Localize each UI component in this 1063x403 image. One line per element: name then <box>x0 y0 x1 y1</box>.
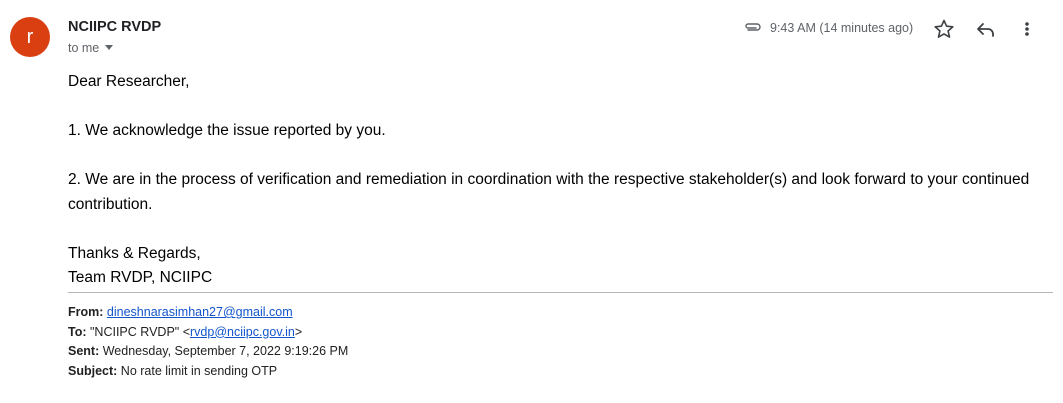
quoted-headers: From: dineshnarasimhan27@gmail.com To: "… <box>68 303 348 381</box>
greeting: Dear Researcher, <box>68 73 190 90</box>
quoted-sent-row: Sent: Wednesday, September 7, 2022 9:19:… <box>68 342 348 362</box>
to-name: "NCIIPC RVDP" < <box>90 324 190 339</box>
to-email-link[interactable]: rvdp@nciipc.gov.in <box>190 325 295 339</box>
subject-label: Subject: <box>68 363 118 378</box>
quoted-from-row: From: dineshnarasimhan27@gmail.com <box>68 303 348 323</box>
sent-value: Wednesday, September 7, 2022 9:19:26 PM <box>102 344 349 358</box>
from-email-link[interactable]: dineshnarasimhan27@gmail.com <box>107 305 293 319</box>
paragraph-remediation: 2. We are in the process of verification… <box>68 171 1030 213</box>
reply-icon[interactable] <box>973 16 999 42</box>
more-vert-icon[interactable] <box>1017 16 1037 42</box>
recipient-details-toggle[interactable]: to me <box>68 41 114 55</box>
paragraph-acknowledgement: 1. We acknowledge the issue reported by … <box>68 122 386 139</box>
message-body: Dear Researcher, 1. We acknowledge the i… <box>68 70 1043 291</box>
message-meta: 9:43 AM (14 minutes ago) <box>743 14 1063 44</box>
recipient-label: to me <box>68 41 100 55</box>
to-label: To: <box>68 324 87 339</box>
signature-line: Team RVDP, NCIIPC <box>68 269 213 286</box>
signoff-line: Thanks & Regards, <box>68 244 201 262</box>
quoted-subject-row: Subject: No rate limit in sending OTP <box>68 362 348 382</box>
message-timestamp: 9:43 AM (14 minutes ago) <box>770 21 914 35</box>
subject-value: No rate limit in sending OTP <box>120 363 278 378</box>
quoted-to-row: To: "NCIIPC RVDP" <rvdp@nciipc.gov.in> <box>68 323 348 343</box>
quote-divider <box>68 292 1053 293</box>
to-close: > <box>294 324 303 339</box>
sender-name: NCIIPC RVDP <box>68 19 162 35</box>
star-icon[interactable] <box>931 16 957 42</box>
sender-avatar[interactable]: r <box>10 17 50 57</box>
sent-label: Sent: <box>68 344 100 358</box>
paperclip-icon <box>745 23 761 31</box>
chevron-down-icon <box>105 45 114 50</box>
from-label: From: <box>68 305 104 319</box>
